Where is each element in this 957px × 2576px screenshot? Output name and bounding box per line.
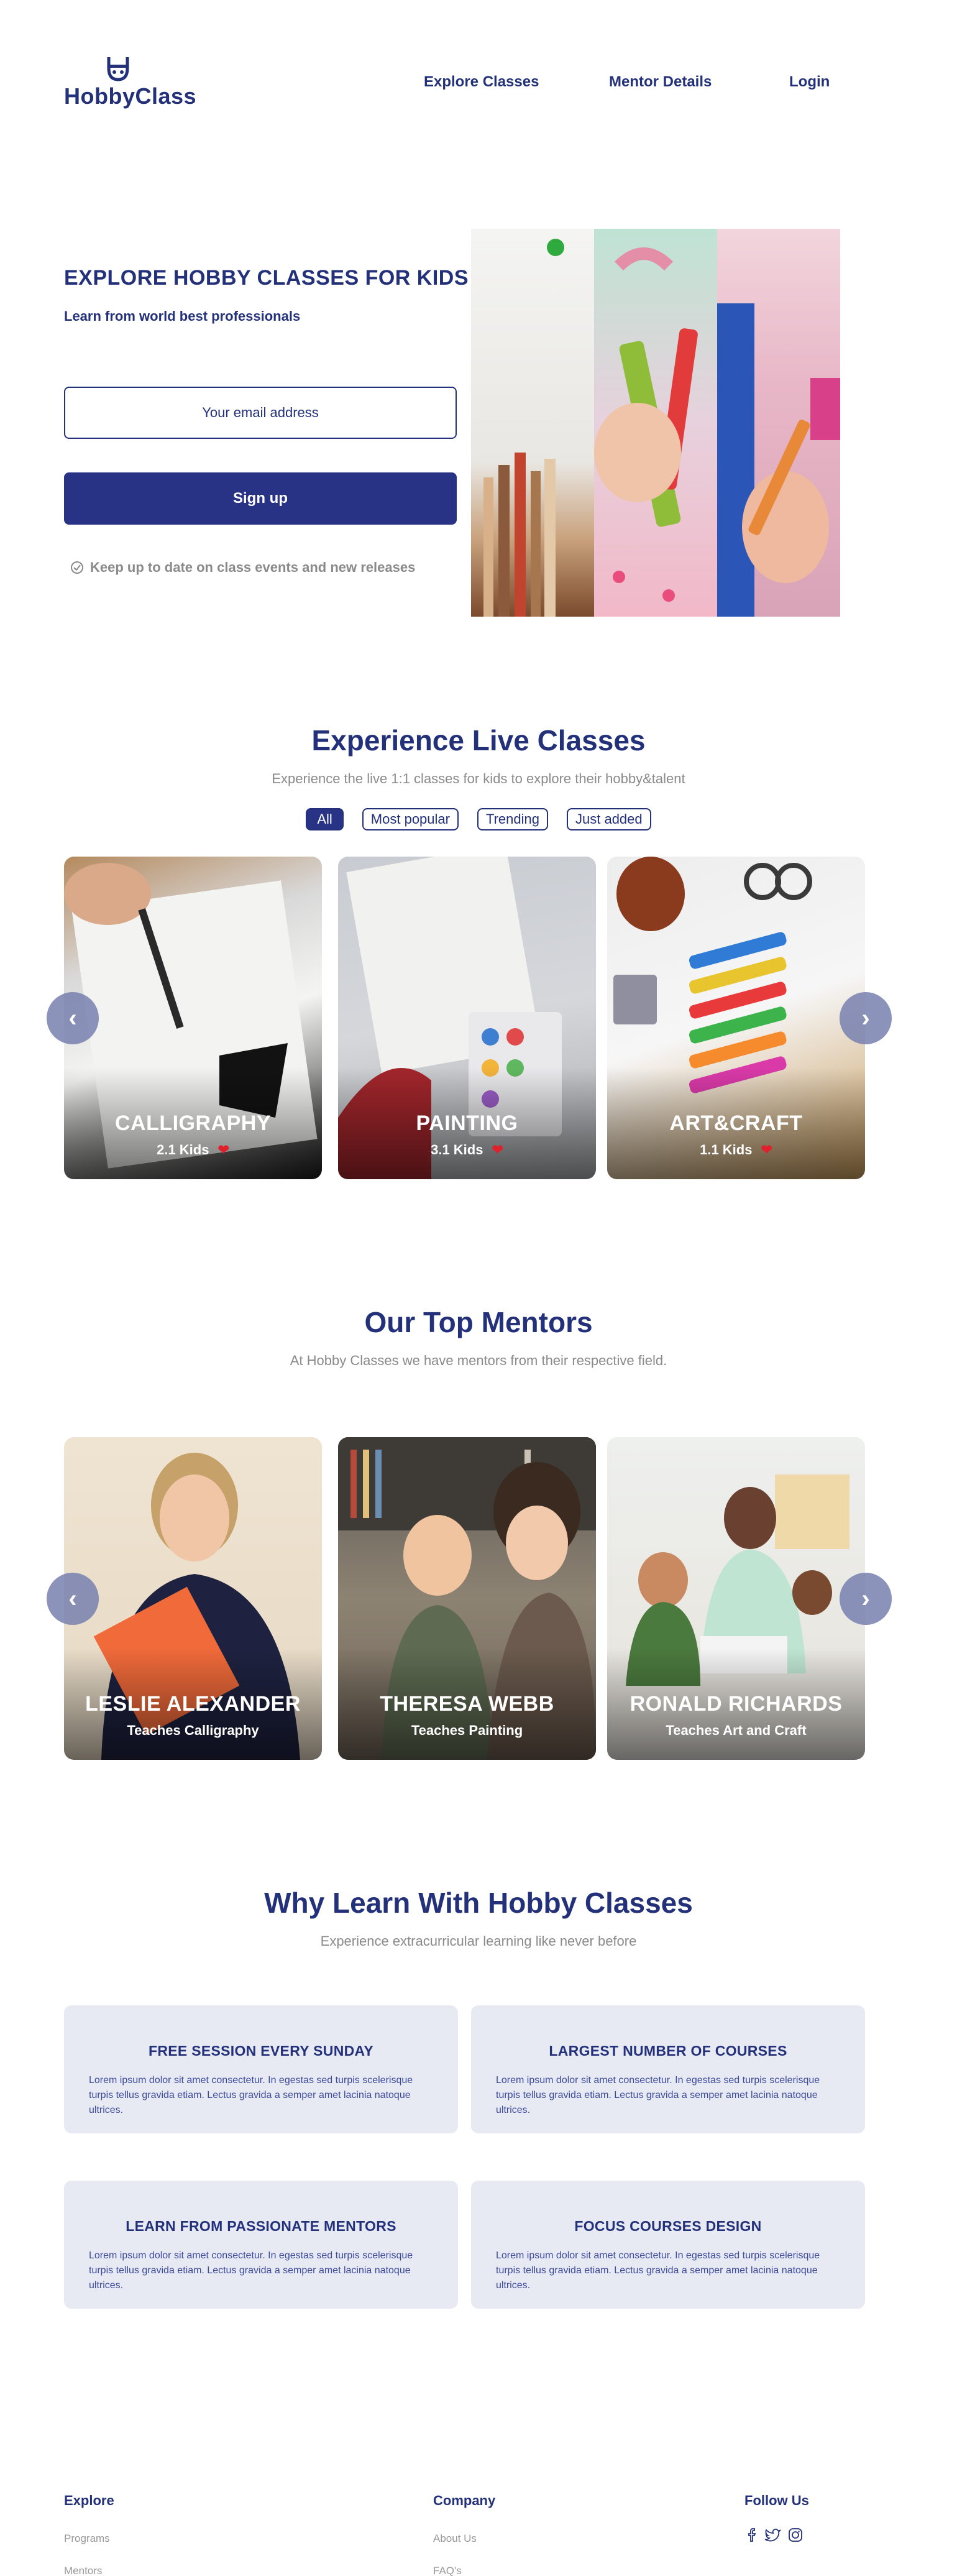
- why-title: Why Learn With Hobby Classes: [264, 1887, 693, 1919]
- nav-explore-classes[interactable]: Explore Classes: [424, 73, 539, 91]
- chevron-right-icon: ›: [861, 1585, 870, 1612]
- class-card-painting[interactable]: PAINTING 3.1 Kids ❤: [338, 857, 596, 1179]
- why-card-title: FOCUS COURSES DESIGN: [574, 2218, 762, 2234]
- mentor-teaches: Teaches Painting: [411, 1723, 523, 1738]
- why-card-free-session: FREE SESSION EVERY SUNDAY Lorem ipsum do…: [64, 2005, 458, 2133]
- why-card-text: Lorem ipsum dolor sit amet consectetur. …: [89, 2075, 413, 2115]
- why-card-focus: FOCUS COURSES DESIGN Lorem ipsum dolor s…: [471, 2181, 865, 2309]
- chevron-left-icon: ‹: [68, 1004, 77, 1032]
- mentor-name: THERESA WEBB: [380, 1692, 554, 1716]
- signup-button[interactable]: Sign up: [64, 472, 457, 525]
- heart-icon[interactable]: ❤: [218, 1142, 229, 1157]
- footer-link-mentors[interactable]: Mentors: [64, 2565, 102, 2576]
- class-card-meta: 1.1 Kids ❤: [607, 1142, 865, 1158]
- chevron-right-icon: ›: [861, 1004, 870, 1032]
- class-card-art-craft[interactable]: ART&CRAFT 1.1 Kids ❤: [607, 857, 865, 1179]
- footer-link-about[interactable]: About Us: [433, 2532, 477, 2545]
- why-card-text: Lorem ipsum dolor sit amet consectetur. …: [89, 2250, 413, 2291]
- class-card-meta: 2.1 Kids ❤: [64, 1142, 322, 1158]
- classes-prev-button[interactable]: ‹: [47, 992, 99, 1044]
- footer-explore-heading: Explore: [64, 2493, 114, 2508]
- why-card-courses: LARGEST NUMBER OF COURSES Lorem ipsum do…: [471, 2005, 865, 2133]
- live-classes-subtitle: Experience the live 1:1 classes for kids…: [272, 771, 685, 786]
- hero-image-pencils: [471, 229, 594, 617]
- nav-mentor-details[interactable]: Mentor Details: [609, 73, 712, 91]
- footer-link-programs[interactable]: Programs: [64, 2532, 110, 2545]
- mentor-teaches: Teaches Art and Craft: [666, 1723, 807, 1738]
- class-card-title: ART&CRAFT: [669, 1111, 803, 1135]
- twitter-icon[interactable]: [764, 2528, 782, 2546]
- why-card-text: Lorem ipsum dolor sit amet consectetur. …: [496, 2075, 820, 2115]
- hero-image-crayons: [594, 229, 717, 617]
- mentors-subtitle: At Hobby Classes we have mentors from th…: [290, 1353, 667, 1368]
- class-card-title: PAINTING: [416, 1111, 518, 1135]
- hero-subtitle: Learn from world best professionals: [64, 308, 301, 324]
- why-card-mentors: LEARN FROM PASSIONATE MENTORS Lorem ipsu…: [64, 2181, 458, 2309]
- class-card-calligraphy[interactable]: CALLIGRAPHY 2.1 Kids ❤: [64, 857, 322, 1179]
- hero-title: EXPLORE HOBBY CLASSES FOR KIDS: [64, 266, 469, 290]
- mentors-prev-button[interactable]: ‹: [47, 1573, 99, 1625]
- nav-login[interactable]: Login: [789, 73, 830, 91]
- filter-all[interactable]: All: [306, 808, 344, 830]
- class-card-kids: 1.1 Kids: [700, 1142, 753, 1157]
- why-subtitle: Experience extracurricular learning like…: [320, 1933, 637, 1949]
- class-filters: All Most popular Trending Just added: [0, 808, 957, 830]
- class-card-meta: 3.1 Kids ❤: [338, 1142, 596, 1158]
- mentor-teaches: Teaches Calligraphy: [127, 1723, 259, 1738]
- check-circle-icon: [71, 561, 83, 574]
- mentors-next-button[interactable]: ›: [840, 1573, 892, 1625]
- facebook-icon[interactable]: [746, 2528, 759, 2546]
- why-card-title: LARGEST NUMBER OF COURSES: [549, 2043, 787, 2059]
- heart-icon[interactable]: ❤: [492, 1142, 503, 1157]
- class-card-title: CALLIGRAPHY: [114, 1111, 272, 1135]
- instagram-icon[interactable]: [788, 2528, 803, 2546]
- live-classes-title: Experience Live Classes: [311, 724, 646, 757]
- logo[interactable]: HobbyClass: [64, 55, 196, 111]
- chevron-left-icon: ‹: [68, 1585, 77, 1612]
- class-card-kids: 3.1 Kids: [431, 1142, 483, 1157]
- logo-text: HobbyClass: [64, 83, 197, 109]
- heart-icon[interactable]: ❤: [761, 1142, 772, 1157]
- mentor-card-leslie[interactable]: LESLIE ALEXANDER Teaches Calligraphy: [64, 1437, 322, 1760]
- mentor-card-theresa[interactable]: THERESA WEBB Teaches Painting: [338, 1437, 596, 1760]
- classes-next-button[interactable]: ›: [840, 992, 892, 1044]
- mentor-card-ronald[interactable]: RONALD RICHARDS Teaches Art and Craft: [607, 1437, 865, 1760]
- class-card-kids: 2.1 Kids: [157, 1142, 209, 1157]
- newsletter-note: Keep up to date on class events and new …: [70, 559, 415, 576]
- filter-most-popular[interactable]: Most popular: [362, 808, 459, 830]
- mentor-name: LESLIE ALEXANDER: [85, 1692, 301, 1716]
- newsletter-note-text: Keep up to date on class events and new …: [90, 559, 416, 575]
- email-input[interactable]: [64, 387, 457, 439]
- filter-just-added[interactable]: Just added: [567, 808, 651, 830]
- why-card-title: LEARN FROM PASSIONATE MENTORS: [126, 2218, 396, 2234]
- hero-image: [471, 229, 840, 617]
- mentors-title: Our Top Mentors: [364, 1306, 593, 1338]
- footer-company-heading: Company: [433, 2493, 496, 2508]
- footer-link-faq[interactable]: FAQ's: [433, 2565, 462, 2576]
- mentor-name: RONALD RICHARDS: [630, 1692, 843, 1716]
- footer-follow-heading: Follow Us: [744, 2493, 809, 2508]
- filter-trending[interactable]: Trending: [477, 808, 548, 830]
- hero-image-painting: [717, 229, 840, 617]
- why-card-title: FREE SESSION EVERY SUNDAY: [149, 2043, 373, 2059]
- why-card-text: Lorem ipsum dolor sit amet consectetur. …: [496, 2250, 820, 2291]
